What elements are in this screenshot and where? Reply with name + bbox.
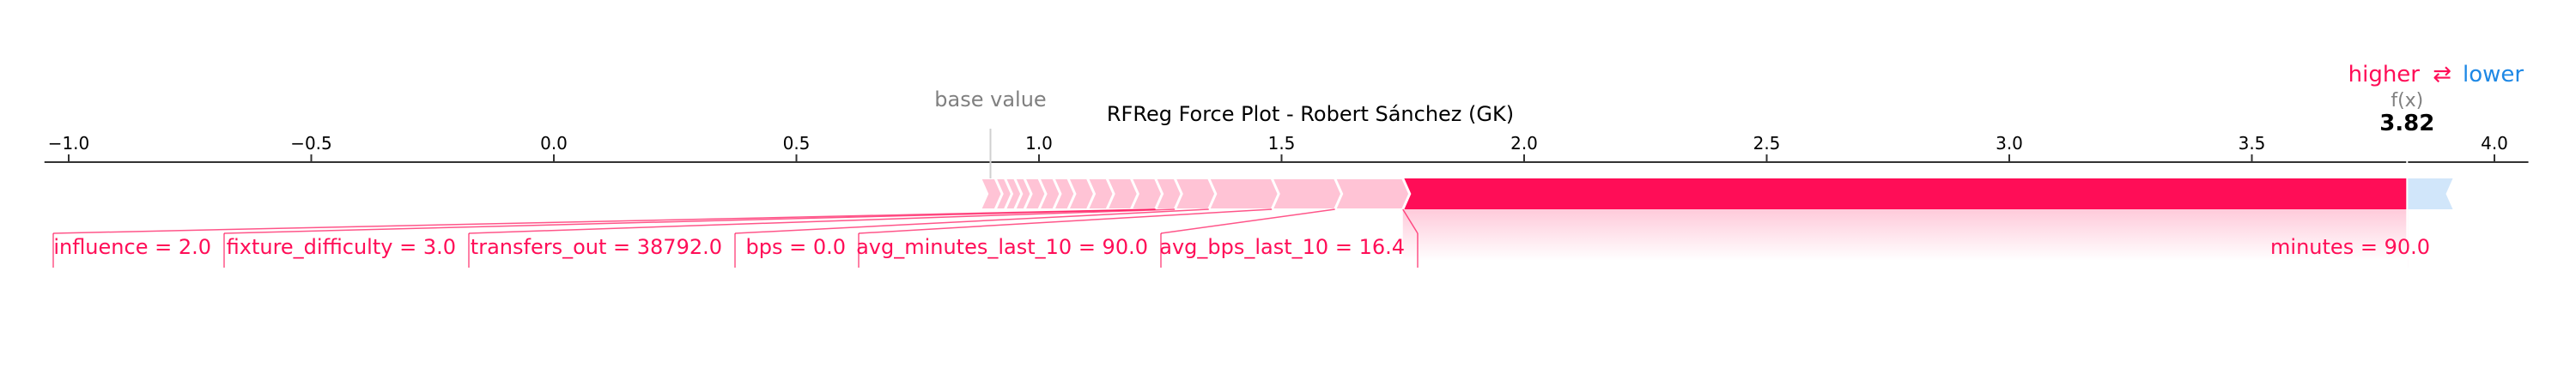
feature-label: avg_minutes_last_10 = 90.0	[856, 235, 1148, 259]
x-tick-label: 2.5	[1753, 133, 1781, 154]
positive-fade	[1402, 209, 2408, 261]
x-tick-label: −1.0	[48, 133, 90, 154]
x-tick-label: 3.5	[2239, 133, 2266, 154]
positive-force-segment	[1207, 178, 1280, 210]
legend-arrows-icon: ⇄	[2433, 62, 2451, 87]
x-tick-label: 1.0	[1025, 133, 1053, 154]
positive-force-segment	[1402, 178, 2408, 209]
positive-force-segment	[1270, 178, 1343, 210]
feature-connector	[1160, 208, 1335, 234]
feature-label: minutes = 90.0	[2270, 235, 2430, 259]
feature-label: avg_bps_last_10 = 16.4	[1159, 235, 1405, 259]
force-plot: −1.0 −0.5 0.0 0.5 1.0 1.5 2.0 2.5 3.0 3.5 4.0 minu…	[44, 62, 2529, 268]
legend-lower: lower	[2463, 62, 2524, 87]
x-tick-label: 2.0	[1510, 133, 1538, 154]
chart-title: RFReg Force Plot - Robert Sánchez (GK)	[1107, 102, 1514, 126]
x-tick-label: 3.0	[1996, 133, 2023, 154]
fx-value: 3.82	[2379, 111, 2434, 136]
negative-force-segment	[2407, 178, 2453, 209]
x-tick-label: 0.5	[783, 133, 811, 154]
feature-label: influence = 2.0	[53, 235, 211, 259]
feature-connector	[52, 208, 1156, 234]
feature-label: bps = 0.0	[745, 235, 846, 259]
feature-label: transfers_out = 38792.0	[471, 235, 722, 259]
x-tick-label: −0.5	[290, 133, 332, 154]
legend-higher: higher	[2348, 62, 2421, 87]
fx-label: f(x)	[2391, 90, 2423, 112]
feature-label: fixture_difficulty = 3.0	[227, 235, 456, 259]
base-value-label: base value	[934, 87, 1046, 112]
x-tick-label: 4.0	[2481, 133, 2508, 154]
positive-force-segment	[1334, 178, 1411, 210]
x-tick-label: 0.0	[540, 133, 568, 154]
x-tick-label: 1.5	[1268, 133, 1296, 154]
